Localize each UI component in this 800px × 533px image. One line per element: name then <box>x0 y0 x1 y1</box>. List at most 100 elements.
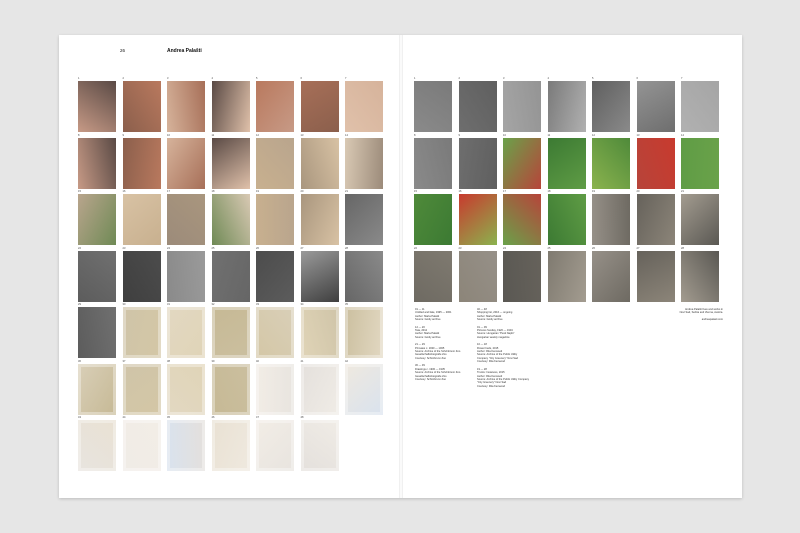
plate-number: 14 <box>345 133 348 137</box>
photo-thumbnail: 9 <box>458 134 497 190</box>
photo-archive <box>592 81 630 132</box>
photo-thumbnail: 4 <box>547 77 586 133</box>
photo-thumbnail: 30 <box>122 303 161 359</box>
photo-thumbnail: 9 <box>122 134 161 190</box>
photo-thumbnail: 27 <box>636 247 675 303</box>
photo-drawing <box>300 307 339 358</box>
photo-thumbnail: 22 <box>414 247 452 303</box>
photo-thumbnail: 33 <box>256 303 294 359</box>
plate-number: 36 <box>78 359 81 363</box>
photo-thumbnail: 5 <box>256 77 294 133</box>
photo-interior <box>78 194 116 245</box>
photo-portrait <box>211 137 250 189</box>
plate-number: 12 <box>256 133 259 137</box>
plate-number: 32 <box>211 303 215 306</box>
photo-archive <box>503 81 541 132</box>
photo-interior <box>256 194 294 245</box>
plate-number: 10 <box>167 133 170 137</box>
plate-number: 7 <box>681 77 683 80</box>
photo-drawing <box>78 363 116 415</box>
photo-thumbnail: 12 <box>592 134 630 190</box>
plate-number: 13 <box>636 133 640 137</box>
photo-thumbnail: 1 <box>414 77 452 133</box>
plate-number: 48 <box>300 416 304 419</box>
plate-number: 43 <box>78 416 81 419</box>
plate-number: 10 <box>503 133 506 137</box>
photo-street <box>681 194 719 245</box>
photo-thumbnail: 26 <box>592 247 630 303</box>
photo-monkey <box>345 194 383 245</box>
photo-thumbnail: 26 <box>256 247 294 303</box>
plate-number: 37 <box>122 359 126 363</box>
caption-block: 01 — 11 Untitled and fake, 1995 — 2001 Aut… <box>415 308 477 322</box>
plate-number: 21 <box>681 190 684 193</box>
photo-garden <box>592 137 630 189</box>
caption-line: Courtesy: Rita Kenwood <box>477 384 505 388</box>
photo-street <box>547 250 586 302</box>
plate-number: 24 <box>503 246 506 250</box>
photo-archive <box>636 81 675 132</box>
photo-thumbnail: 28 <box>345 247 383 303</box>
photo-garden <box>547 194 586 245</box>
photo-thumbnail: 24 <box>503 247 541 303</box>
photo-monkey <box>122 250 161 302</box>
plate-number: 46 <box>211 416 215 419</box>
photo-thumbnail: 7 <box>345 77 383 133</box>
plate-number: 29 <box>78 303 81 306</box>
plate-number: 20 <box>300 190 304 193</box>
plate-number: 5 <box>592 77 594 80</box>
page-gutter <box>399 35 403 498</box>
plate-number: 34 <box>300 303 304 306</box>
photo-thumbnail: 14 <box>681 134 719 190</box>
photo-thumbnail: 13 <box>636 133 675 190</box>
photo-portrait <box>78 81 116 132</box>
photo-thumbnail: 25 <box>211 247 250 303</box>
photo-portrait <box>122 81 161 132</box>
photo-thumbnail: 15 <box>414 190 452 246</box>
photo-thumbnail: 44 <box>122 416 161 472</box>
photo-thumbnail: 23 <box>122 246 161 303</box>
photo-thumbnail: 23 <box>458 247 497 303</box>
photo-package <box>211 420 250 471</box>
plate-number: 6 <box>300 77 302 80</box>
caption-line: Source: family archive <box>477 318 503 322</box>
plate-number: 22 <box>78 246 81 250</box>
photo-thumbnail: 29 <box>78 303 116 359</box>
photo-thumbnail: 40 <box>256 360 294 416</box>
plate-number: 16 <box>122 190 126 193</box>
photo-thumbnail: 16 <box>458 190 497 246</box>
plate-number: 3 <box>503 77 505 80</box>
plate-number: 20 <box>636 190 640 193</box>
photo-thumbnail: 47 <box>256 416 294 472</box>
credit-line: andreapalasti.com <box>701 318 723 322</box>
artist-credit: Andrea Palašti lives and works in Novi Sa… <box>680 308 723 322</box>
photo-portrait <box>256 81 294 132</box>
caption-block: 30 — 39 Drawings c. 1930 — 1935 Source: Ar… <box>415 364 477 381</box>
photo-thumbnail: 21 <box>681 190 719 246</box>
photo-thumbnail: 35 <box>345 303 383 359</box>
plate-number: 3 <box>167 77 169 80</box>
photo-thumbnail: 14 <box>345 134 383 190</box>
photo-thumbnail: 22 <box>78 247 116 303</box>
caption-line: Courtesy: Rita Kenwood <box>477 360 505 364</box>
plate-number: 40 <box>256 359 259 363</box>
photo-drawing <box>211 307 250 358</box>
plate-number: 19 <box>256 190 259 193</box>
photo-thumbnail: 34 <box>300 303 339 359</box>
plate-number: 25 <box>547 246 551 250</box>
photo-package <box>167 420 205 471</box>
plate-number: 2 <box>458 77 460 80</box>
photo-package <box>122 420 161 471</box>
plate-number: 7 <box>345 77 347 80</box>
photo-drawing <box>345 307 383 358</box>
caption-block: 19 — 28 Trunks: Instances, 2015 Author: Ri… <box>477 368 539 388</box>
plate-number: 12 <box>592 133 595 137</box>
photo-interior <box>211 194 250 245</box>
photo-thumbnail: 6 <box>636 77 675 133</box>
plate-number: 23 <box>122 246 126 250</box>
photo-package <box>345 363 383 415</box>
plate-number: 11 <box>547 133 551 137</box>
plate-number: 28 <box>681 246 684 250</box>
artist-name: Andrea Palašti <box>167 48 202 54</box>
photo-thumbnail: 45 <box>167 416 205 472</box>
